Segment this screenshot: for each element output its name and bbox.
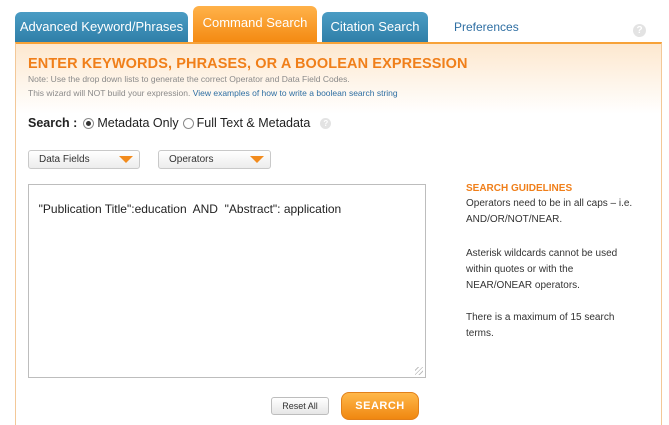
search-scope-label: Search : — [28, 116, 78, 130]
query-text: "Publication Title":education AND "Abstr… — [38, 202, 342, 216]
data-fields-dropdown[interactable]: Data Fields — [28, 150, 140, 169]
full-text-radio[interactable] — [182, 117, 194, 129]
note-warning: This wizard will NOT build your expressi… — [28, 88, 191, 98]
resize-handle-icon[interactable] — [415, 367, 423, 375]
note-text: Note: Use the drop down lists to generat… — [28, 74, 350, 84]
examples-link[interactable]: View examples of how to write a boolean … — [193, 88, 398, 98]
operators-label: Operators — [169, 154, 214, 165]
help-icon[interactable]: ? — [633, 24, 646, 37]
help-icon[interactable]: ? — [320, 117, 332, 129]
guideline-wildcards: Asterisk wildcards cannot be used within… — [466, 248, 618, 291]
tab-advanced-keyword[interactable]: Advanced Keyword/Phrases — [15, 12, 188, 42]
data-fields-label: Data Fields — [39, 154, 90, 165]
metadata-only-radio[interactable] — [83, 117, 95, 129]
full-text-label[interactable]: Full Text & Metadata — [197, 116, 311, 130]
guidelines-title: SEARCH GUIDELINES — [466, 183, 573, 194]
reset-all-button[interactable]: Reset All — [271, 397, 329, 415]
chevron-down-icon — [250, 156, 264, 163]
chevron-down-icon — [119, 156, 133, 163]
query-textarea[interactable]: "Publication Title":education AND "Abstr… — [28, 184, 426, 378]
search-scope-row: Search : Metadata Only Full Text & Metad… — [28, 116, 332, 130]
note-text-2: This wizard will NOT build your expressi… — [28, 88, 398, 98]
tab-bar: Advanced Keyword/Phrases Command Search … — [0, 0, 669, 42]
search-button[interactable]: SEARCH — [341, 392, 419, 420]
page-title: ENTER KEYWORDS, PHRASES, OR A BOOLEAN EX… — [28, 56, 468, 72]
tab-citation-search[interactable]: Citation Search — [322, 12, 428, 42]
tab-command-search[interactable]: Command Search — [193, 6, 317, 42]
metadata-only-label[interactable]: Metadata Only — [97, 116, 178, 130]
guideline-max-terms: There is a maximum of 15 search terms. — [466, 312, 615, 339]
operators-dropdown[interactable]: Operators — [158, 150, 271, 169]
tab-preferences[interactable]: Preferences — [454, 20, 519, 34]
guideline-operators: Operators need to be in all caps – i.e. … — [466, 198, 633, 225]
